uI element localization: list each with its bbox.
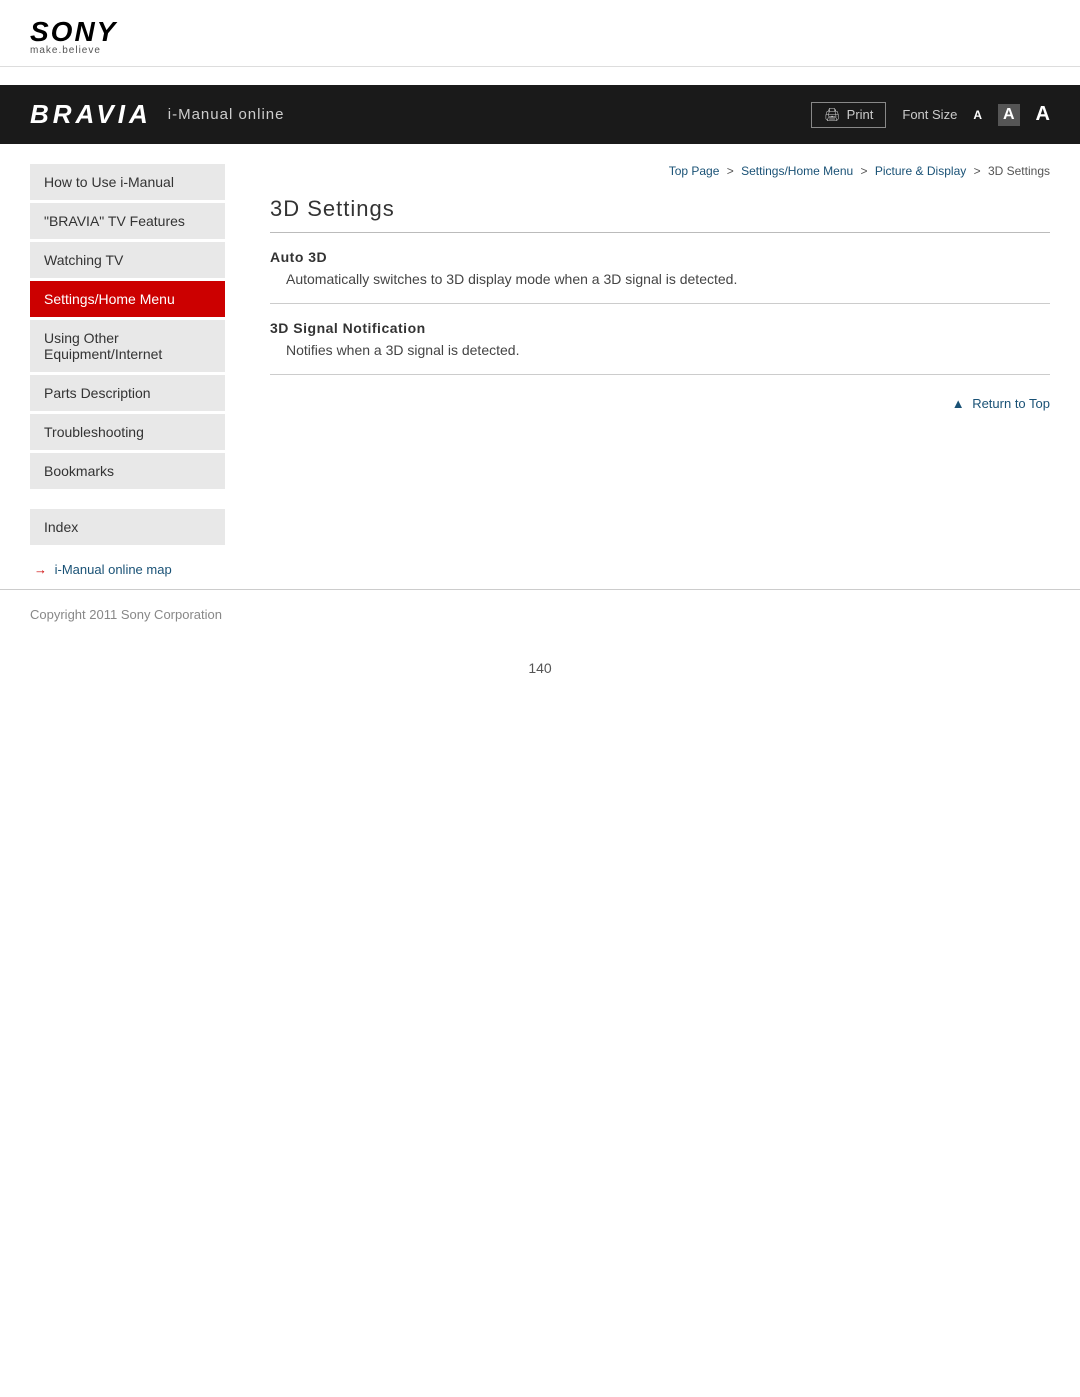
sidebar-item-bravia-features[interactable]: "BRAVIA" TV Features <box>30 203 225 239</box>
print-icon: 🖨 <box>824 107 841 123</box>
bravia-logo: BRAVIA <box>30 99 152 130</box>
sidebar: How to Use i-Manual "BRAVIA" TV Features… <box>30 144 240 579</box>
content-area: Top Page > Settings/Home Menu > Picture … <box>240 144 1050 579</box>
sidebar-item-troubleshooting[interactable]: Troubleshooting <box>30 414 225 450</box>
breadcrumb-current: 3D Settings <box>988 164 1050 178</box>
bravia-banner: BRAVIA i-Manual online 🖨 Print Font Size… <box>0 85 1080 144</box>
section-signal-desc: Notifies when a 3D signal is detected. <box>270 342 1050 358</box>
section-auto-3d: Auto 3D Automatically switches to 3D dis… <box>270 233 1050 304</box>
triangle-up-icon: ▲ <box>952 396 965 411</box>
footer: Copyright 2011 Sony Corporation <box>0 589 1080 640</box>
page-title: 3D Settings <box>270 196 1050 233</box>
section-auto-3d-title: Auto 3D <box>270 249 1050 265</box>
section-signal-notification: 3D Signal Notification Notifies when a 3… <box>270 304 1050 375</box>
font-medium-button[interactable]: A <box>998 104 1020 126</box>
sidebar-item-parts-desc[interactable]: Parts Description <box>30 375 225 411</box>
section-signal-title: 3D Signal Notification <box>270 320 1050 336</box>
bravia-left: BRAVIA i-Manual online <box>30 99 284 130</box>
breadcrumb-top-page[interactable]: Top Page <box>669 164 720 178</box>
bravia-right: 🖨 Print Font Size A A A <box>811 102 1050 128</box>
bravia-subtitle: i-Manual online <box>168 106 285 123</box>
sidebar-item-bookmarks[interactable]: Bookmarks <box>30 453 225 489</box>
main-layout: How to Use i-Manual "BRAVIA" TV Features… <box>0 144 1080 579</box>
sony-brand: SONY <box>30 18 1050 46</box>
breadcrumb-sep-3: > <box>974 164 981 178</box>
sidebar-map-link: → i-Manual online map <box>30 561 225 579</box>
sidebar-item-using-other[interactable]: Using Other Equipment/Internet <box>30 320 225 372</box>
sony-tagline: make.believe <box>30 46 1050 56</box>
breadcrumb-sep-1: > <box>727 164 734 178</box>
sidebar-item-watching-tv[interactable]: Watching TV <box>30 242 225 278</box>
font-large-button[interactable]: A <box>1036 103 1050 126</box>
copyright-text: Copyright 2011 Sony Corporation <box>30 607 222 622</box>
sidebar-item-how-to-use[interactable]: How to Use i-Manual <box>30 164 225 200</box>
breadcrumb-settings[interactable]: Settings/Home Menu <box>741 164 853 178</box>
return-to-top: ▲ Return to Top <box>270 395 1050 413</box>
arrow-right-icon: → <box>34 562 47 577</box>
section-auto-3d-desc: Automatically switches to 3D display mod… <box>270 271 1050 287</box>
print-button[interactable]: 🖨 Print <box>811 102 886 128</box>
logo-bar: SONY make.believe <box>0 0 1080 67</box>
print-label: Print <box>847 107 874 122</box>
font-size-label: Font Size <box>902 107 957 122</box>
breadcrumb-sep-2: > <box>861 164 868 178</box>
page-number: 140 <box>0 640 1080 686</box>
sidebar-item-settings-home[interactable]: Settings/Home Menu <box>30 281 225 317</box>
breadcrumb: Top Page > Settings/Home Menu > Picture … <box>270 164 1050 178</box>
imanual-map-link[interactable]: → i-Manual online map <box>34 562 172 577</box>
font-small-button[interactable]: A <box>973 108 982 122</box>
return-to-top-link[interactable]: ▲ Return to Top <box>952 396 1050 411</box>
sony-logo: SONY make.believe <box>30 18 1050 56</box>
sidebar-index[interactable]: Index <box>30 509 225 545</box>
breadcrumb-picture-display[interactable]: Picture & Display <box>875 164 966 178</box>
